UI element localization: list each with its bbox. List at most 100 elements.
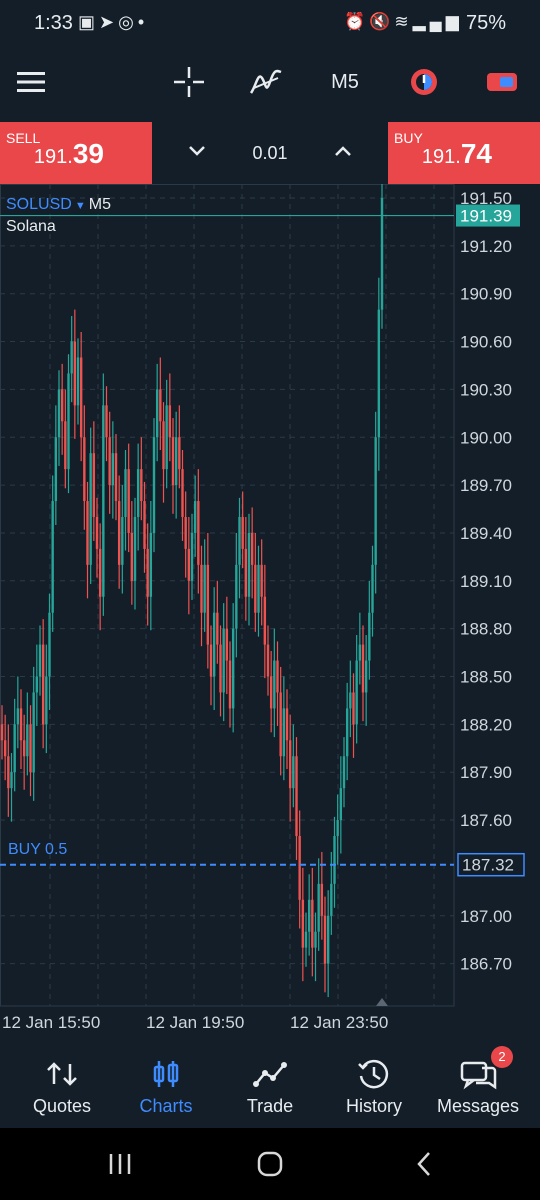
candle-body: [326, 915, 330, 964]
candle-body: [276, 660, 279, 693]
mute-icon: 🔇: [369, 12, 395, 31]
one-click-trade-panel: SELL 191.39 0.01 BUY 191.74: [0, 122, 540, 184]
candle-body: [174, 437, 178, 486]
y-tick-label: 188.80: [460, 620, 512, 639]
candle-body: [200, 564, 203, 613]
battery-level: 75%: [465, 12, 506, 34]
symbol-dropdown-icon[interactable]: ▼: [72, 200, 89, 212]
dot-icon: •: [137, 12, 149, 32]
candle-body: [57, 389, 61, 438]
signal-icon: ▂▄▆: [412, 12, 463, 31]
sell-button[interactable]: SELL 191.39: [0, 122, 152, 184]
candle-body: [136, 469, 140, 517]
candle-body: [225, 628, 229, 661]
chart-symbol-header[interactable]: SOLUSD ▼ M5: [6, 196, 111, 214]
candle-body: [48, 612, 51, 677]
candle-body: [352, 692, 355, 725]
candle-body: [219, 644, 222, 693]
nav-messages[interactable]: 2 Messages: [424, 1044, 532, 1128]
candle-body: [184, 517, 187, 549]
candle-body: [380, 198, 384, 310]
candle-body: [86, 501, 89, 565]
candle-body: [102, 405, 105, 597]
candle-body: [64, 421, 67, 470]
y-tick-label: 191.50: [460, 189, 512, 208]
back-icon[interactable]: [404, 1146, 444, 1182]
nav-quotes[interactable]: Quotes: [8, 1044, 116, 1128]
trade-panel-icon[interactable]: [484, 62, 520, 102]
candle-body: [98, 548, 102, 597]
candle-body: [254, 564, 257, 613]
position-price-tag: 187.32: [462, 856, 514, 875]
one-click-trading-icon[interactable]: [406, 62, 442, 102]
position-label[interactable]: BUY 0.5: [8, 841, 67, 859]
candle-body: [168, 405, 172, 438]
y-tick-label: 191.20: [460, 237, 512, 256]
telegram-icon: ➤: [99, 12, 119, 32]
y-tick-label: 190.60: [460, 333, 512, 352]
volume-value[interactable]: 0.01: [152, 143, 388, 164]
candle-body: [342, 756, 346, 789]
indicators-icon[interactable]: [246, 62, 286, 102]
candle-body: [193, 501, 197, 533]
y-tick-label: 186.70: [460, 955, 512, 974]
crosshair-icon[interactable]: [170, 62, 208, 102]
candle-body: [140, 469, 143, 502]
candle-body: [35, 676, 39, 693]
chevron-up-icon: [335, 146, 351, 156]
candle-body: [292, 756, 295, 789]
candle-body: [0, 724, 4, 741]
candle-body: [19, 708, 23, 741]
candle-body: [165, 405, 168, 470]
status-right-icons: ⏰🔇≋▂▄▆: [344, 12, 463, 32]
wifi-icon: ≋: [394, 12, 413, 31]
candle-body: [105, 405, 108, 438]
candle-body: [197, 501, 200, 565]
candle-body: [273, 660, 276, 709]
candle-body: [152, 437, 156, 533]
nav-charts[interactable]: Charts: [112, 1044, 220, 1128]
status-time: 1:33: [34, 12, 73, 34]
candle-body: [314, 931, 317, 948]
candle-body: [41, 644, 45, 725]
nav-history-label: History: [345, 1096, 402, 1116]
candle-body: [241, 517, 244, 549]
candle-body: [355, 660, 358, 725]
candle-body: [216, 612, 219, 645]
nav-trade[interactable]: Trade: [216, 1044, 324, 1128]
candle-body: [203, 564, 206, 613]
chart-timeframe: M5: [88, 196, 112, 213]
candle-body: [89, 453, 92, 565]
candle-body: [317, 883, 320, 932]
buy-button[interactable]: BUY 191.74: [388, 122, 540, 184]
candle-body: [54, 437, 58, 502]
volume-increase-button[interactable]: [334, 138, 352, 164]
candle-body: [178, 437, 181, 470]
home-icon[interactable]: [250, 1146, 290, 1182]
price-chart[interactable]: 191.39 187.32 191.50 191.20 190.90 190.60 190…: [0, 178, 540, 1044]
candlestick-chart[interactable]: 191.39 187.32 191.50 191.20 190.90 190.60 190…: [0, 178, 540, 1044]
candle-body: [257, 564, 260, 613]
candle-body: [29, 724, 32, 773]
candle-body: [279, 692, 282, 757]
candle-body: [307, 899, 311, 932]
timeframe-button[interactable]: M5: [318, 62, 372, 102]
candle-body: [285, 708, 289, 741]
chart-symbol[interactable]: SOLUSD: [6, 196, 72, 213]
candle-body: [32, 692, 35, 773]
nav-history[interactable]: History: [320, 1044, 428, 1128]
candle-body: [83, 437, 86, 502]
candle-body: [146, 548, 149, 597]
nav-trade-label: Trade: [246, 1096, 294, 1116]
candle-body: [159, 389, 162, 422]
y-tick-label: 189.70: [460, 476, 512, 495]
candle-body: [371, 564, 374, 613]
candle-body: [70, 341, 73, 374]
candle-body: [108, 437, 111, 486]
history-icon: [320, 1058, 428, 1090]
candle-body: [22, 740, 26, 757]
menu-icon[interactable]: [14, 62, 48, 102]
recents-icon[interactable]: [100, 1146, 140, 1182]
y-tick-label: 188.50: [460, 668, 512, 687]
candle-body: [333, 836, 336, 884]
